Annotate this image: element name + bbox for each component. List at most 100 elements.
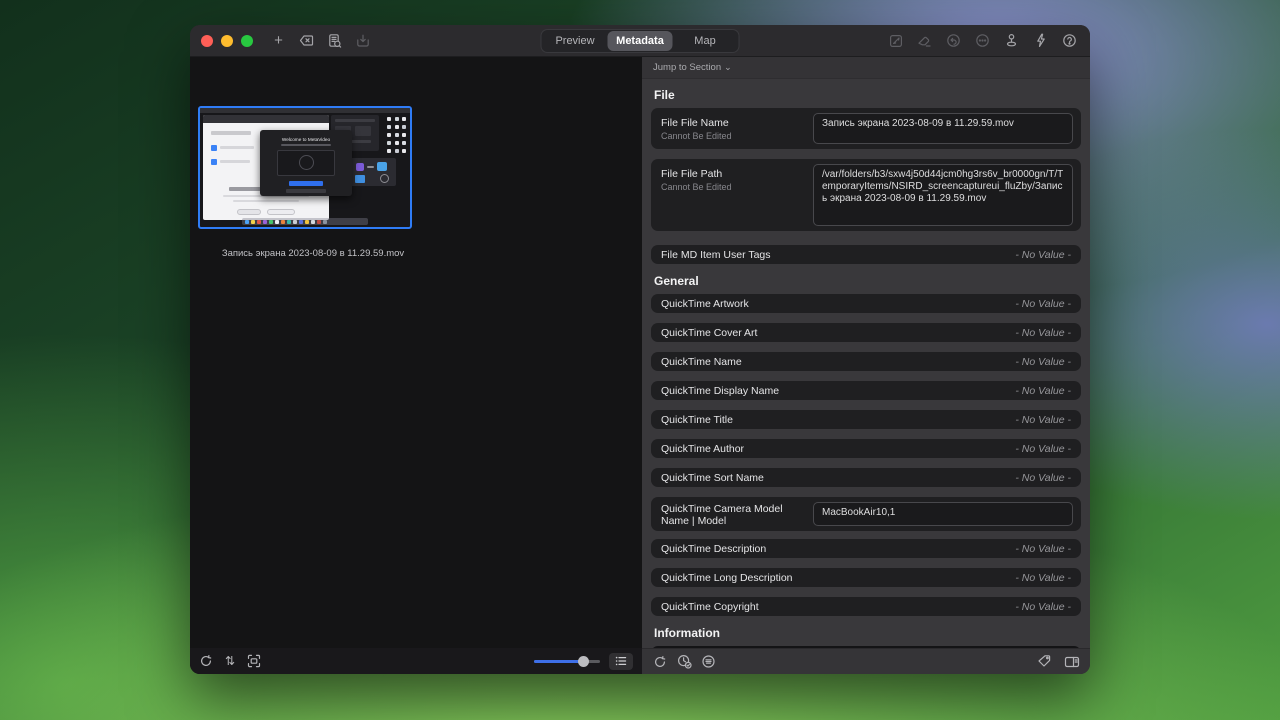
filter-circle-icon <box>701 654 716 669</box>
video-thumbnail[interactable]: Welcome to MetaVideo <box>198 106 412 229</box>
field-note: Cannot Be Edited <box>661 182 813 192</box>
remove-metadata-button[interactable] <box>298 32 315 49</box>
rotate-thumbnails-button[interactable] <box>197 652 215 670</box>
field-row-cover-art[interactable]: QuickTime Cover Art - No Value - <box>651 323 1081 342</box>
field-row-file-path: File File Path Cannot Be Edited /var/fol… <box>651 159 1081 231</box>
field-label: QuickTime Camera Model Name | Model <box>661 503 813 527</box>
document-search-icon <box>328 34 342 48</box>
plus-icon: + <box>274 33 283 48</box>
section-header-general: General <box>654 274 1081 288</box>
erase-button[interactable] <box>916 32 933 49</box>
chevron-down-icon: ⌄ <box>724 62 732 73</box>
toolbar-right <box>887 32 1078 49</box>
minimize-window-button[interactable] <box>221 35 233 47</box>
location-pin-button[interactable] <box>1003 32 1020 49</box>
scan-preview-button[interactable] <box>245 652 263 670</box>
file-path-input[interactable]: /var/folders/b3/sxw4j50d44jcm0hg3rs6v_br… <box>813 164 1073 226</box>
rotate-icon <box>199 654 213 668</box>
no-value-text: - No Value - <box>1015 414 1071 426</box>
jump-to-section-menu[interactable]: Jump to Section ⌄ <box>642 57 1090 79</box>
export-button[interactable] <box>354 32 371 49</box>
field-row-file-name: File File Name Cannot Be Edited Запись э… <box>651 108 1081 149</box>
thumbnail-size-slider[interactable] <box>534 656 600 667</box>
no-value-text: - No Value - <box>1015 249 1071 261</box>
app-window: + <box>190 25 1090 674</box>
lightning-bolt-icon <box>1034 33 1048 48</box>
add-files-button[interactable]: + <box>270 32 287 49</box>
file-list-panel: Welcome to MetaVideo <box>190 57 642 674</box>
sidebar-panel-icon <box>1064 655 1080 669</box>
help-button[interactable] <box>1061 32 1078 49</box>
titlebar: + <box>190 25 1090 57</box>
field-row-copyright[interactable]: QuickTime Copyright - No Value - <box>651 597 1081 616</box>
edit-metadata-button[interactable] <box>887 32 904 49</box>
inspect-file-button[interactable] <box>326 32 343 49</box>
no-value-text: - No Value - <box>1015 356 1071 368</box>
list-view-icon <box>614 654 628 668</box>
file-name-input[interactable]: Запись экрана 2023-08-09 в 11.29.59.mov <box>813 113 1073 144</box>
toggle-panel-button[interactable] <box>1063 653 1081 671</box>
file-item: Welcome to MetaVideo <box>198 106 412 259</box>
tab-preview[interactable]: Preview <box>543 31 608 51</box>
field-row-camera-model: QuickTime Camera Model Name | Model MacB… <box>651 497 1081 531</box>
window-controls <box>201 35 253 47</box>
clock-check-icon <box>677 654 692 669</box>
field-label: File File Path <box>661 168 813 180</box>
view-mode-tabs: Preview Metadata Map <box>541 29 740 53</box>
field-row-author[interactable]: QuickTime Author - No Value - <box>651 439 1081 458</box>
zoom-window-button[interactable] <box>241 35 253 47</box>
field-row-long-description[interactable]: QuickTime Long Description - No Value - <box>651 568 1081 587</box>
tab-map[interactable]: Map <box>673 31 738 51</box>
field-note: Cannot Be Edited <box>661 131 813 141</box>
date-adjust-button[interactable] <box>675 653 693 671</box>
field-row-title[interactable]: QuickTime Title - No Value - <box>651 410 1081 429</box>
sort-files-button[interactable]: ⇅ <box>221 652 239 670</box>
sort-arrows-icon: ⇅ <box>225 655 235 667</box>
tags-button[interactable] <box>1035 653 1053 671</box>
map-pin-icon <box>1004 33 1019 48</box>
thumb-welcome-window: Welcome to MetaVideo <box>260 130 352 196</box>
rotate-icon <box>653 655 667 669</box>
no-value-text: - No Value - <box>1015 443 1071 455</box>
camera-model-input[interactable]: MacBookAir10,1 <box>813 502 1073 526</box>
more-options-button[interactable] <box>974 32 991 49</box>
left-bottom-toolbar: ⇅ <box>190 648 642 674</box>
thumbnail-zoom-controls <box>534 653 633 670</box>
more-ellipsis-icon <box>975 33 990 48</box>
section-header-information: Information <box>654 626 1081 640</box>
desktop-wallpaper: + <box>0 0 1280 720</box>
metadata-scroll-area[interactable]: File File File Name Cannot Be Edited Зап… <box>642 79 1090 648</box>
tab-metadata[interactable]: Metadata <box>608 31 673 51</box>
no-value-text: - No Value - <box>1015 472 1071 484</box>
no-value-text: - No Value - <box>1015 601 1071 613</box>
field-row-display-name[interactable]: QuickTime Display Name - No Value - <box>651 381 1081 400</box>
field-row-name[interactable]: QuickTime Name - No Value - <box>651 352 1081 371</box>
quick-actions-button[interactable] <box>1032 32 1049 49</box>
thumb-installer-window <box>350 158 396 186</box>
window-content: Welcome to MetaVideo <box>190 57 1090 674</box>
no-value-text: - No Value - <box>1015 298 1071 310</box>
slider-knob[interactable] <box>578 656 589 667</box>
backspace-delete-icon <box>299 34 314 47</box>
tag-icon <box>1037 654 1052 669</box>
field-row-user-tags[interactable]: File MD Item User Tags - No Value - <box>651 245 1081 264</box>
right-toolbar-actions <box>1035 653 1081 671</box>
close-window-button[interactable] <box>201 35 213 47</box>
eraser-icon <box>917 34 932 48</box>
metadata-panel: Jump to Section ⌄ File File File Name Ca… <box>642 57 1090 674</box>
no-value-text: - No Value - <box>1015 327 1071 339</box>
list-view-button[interactable] <box>609 653 633 670</box>
field-row-sort-name[interactable]: QuickTime Sort Name - No Value - <box>651 468 1081 487</box>
thumb-menubar <box>200 108 410 113</box>
scan-frame-icon <box>247 654 261 668</box>
import-tray-icon <box>356 34 370 48</box>
undo-button[interactable] <box>945 32 962 49</box>
field-row-artwork[interactable]: QuickTime Artwork - No Value - <box>651 294 1081 313</box>
toolbar-left: + <box>270 32 371 49</box>
file-name-caption: Запись экрана 2023-08-09 в 11.29.59.mov <box>206 248 420 259</box>
field-row-description[interactable]: QuickTime Description - No Value - <box>651 539 1081 558</box>
field-label: File File Name <box>661 117 813 129</box>
reset-metadata-button[interactable] <box>651 653 669 671</box>
filter-fields-button[interactable] <box>699 653 717 671</box>
no-value-text: - No Value - <box>1015 572 1071 584</box>
